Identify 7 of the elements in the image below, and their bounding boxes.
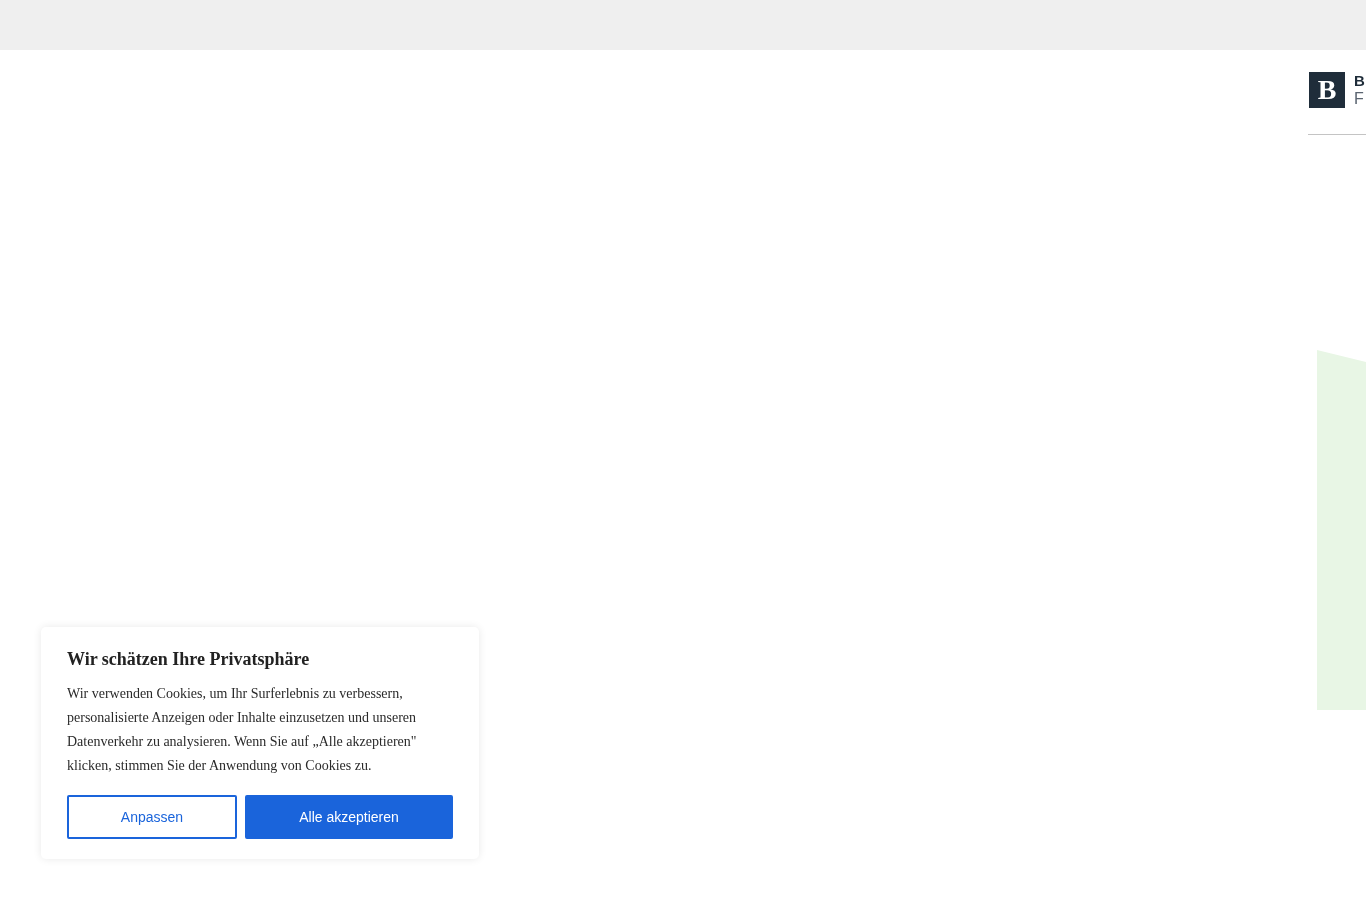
accept-all-button[interactable]: Alle akzeptieren: [245, 795, 453, 839]
logo-subtitle: F: [1354, 89, 1364, 108]
banner-title: Wir schätzen Ihre Privatsphäre: [67, 648, 310, 671]
customize-button[interactable]: Anpassen: [67, 795, 237, 839]
logo-title: B: [1354, 72, 1365, 89]
banner-text: Wir verwenden Cookies, um Ihr Surferlebnis zu verbessern, personalisierte Anzeigen oder Inhalte einzusetzen und unseren Datenverkehr zu analysieren. Wenn Sie auf „Alle akzeptieren" klicken, stimmen Sie der Anwendung von Cookies zu.: [67, 685, 418, 775]
logo-mark[interactable]: B: [1309, 72, 1345, 108]
